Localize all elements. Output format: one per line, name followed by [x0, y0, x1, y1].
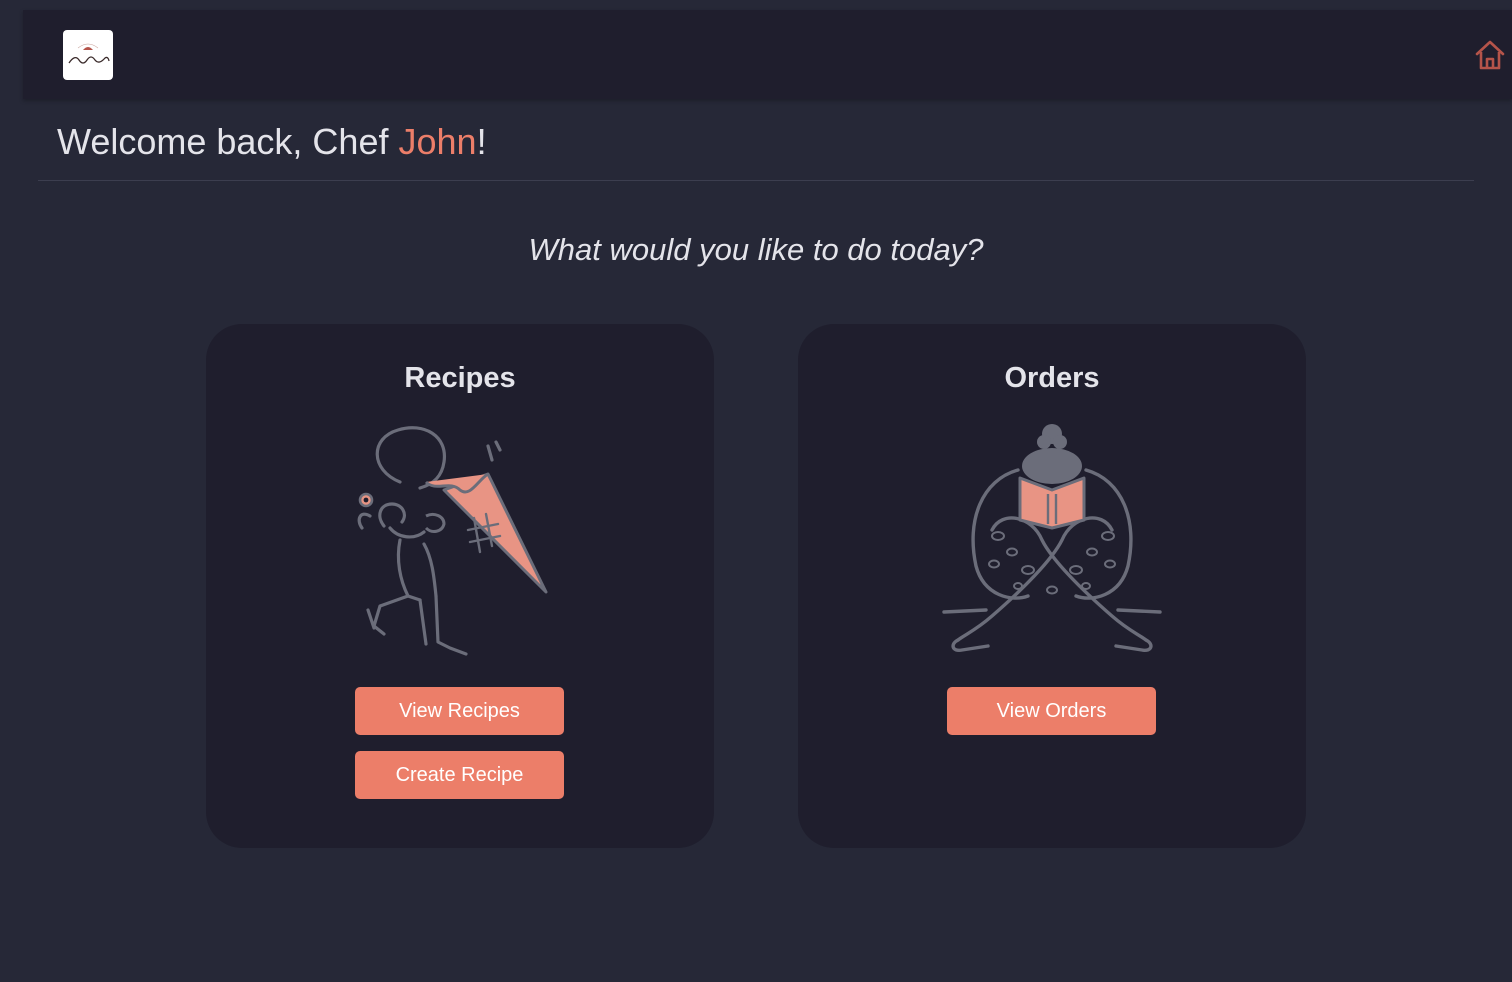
logo-icon	[68, 43, 110, 64]
recipes-card-title: Recipes	[404, 362, 516, 394]
view-recipes-button[interactable]: View Recipes	[355, 687, 564, 735]
home-icon	[1475, 40, 1505, 70]
orders-card-title: Orders	[1004, 362, 1100, 394]
prompt-text: What would you like to do today?	[528, 232, 984, 267]
welcome-prefix: Welcome back, Chef	[57, 121, 399, 162]
chef-name: John	[398, 121, 477, 162]
ice-cream-cone-illustration	[357, 426, 548, 656]
create-recipe-button[interactable]: Create Recipe	[355, 751, 564, 799]
welcome-suffix: !	[476, 121, 487, 162]
top-navbar	[23, 10, 1512, 99]
home-button[interactable]	[1474, 39, 1506, 71]
app-logo[interactable]	[63, 30, 113, 80]
recipes-card: Recipes View Recipes Create Recipe	[206, 324, 714, 848]
view-orders-button[interactable]: View Orders	[947, 687, 1156, 735]
welcome-heading: Welcome back, Chef John!	[57, 120, 487, 164]
person-reading-illustration	[942, 424, 1162, 653]
orders-card: Orders View Orders	[798, 324, 1306, 848]
header-divider	[38, 180, 1474, 181]
